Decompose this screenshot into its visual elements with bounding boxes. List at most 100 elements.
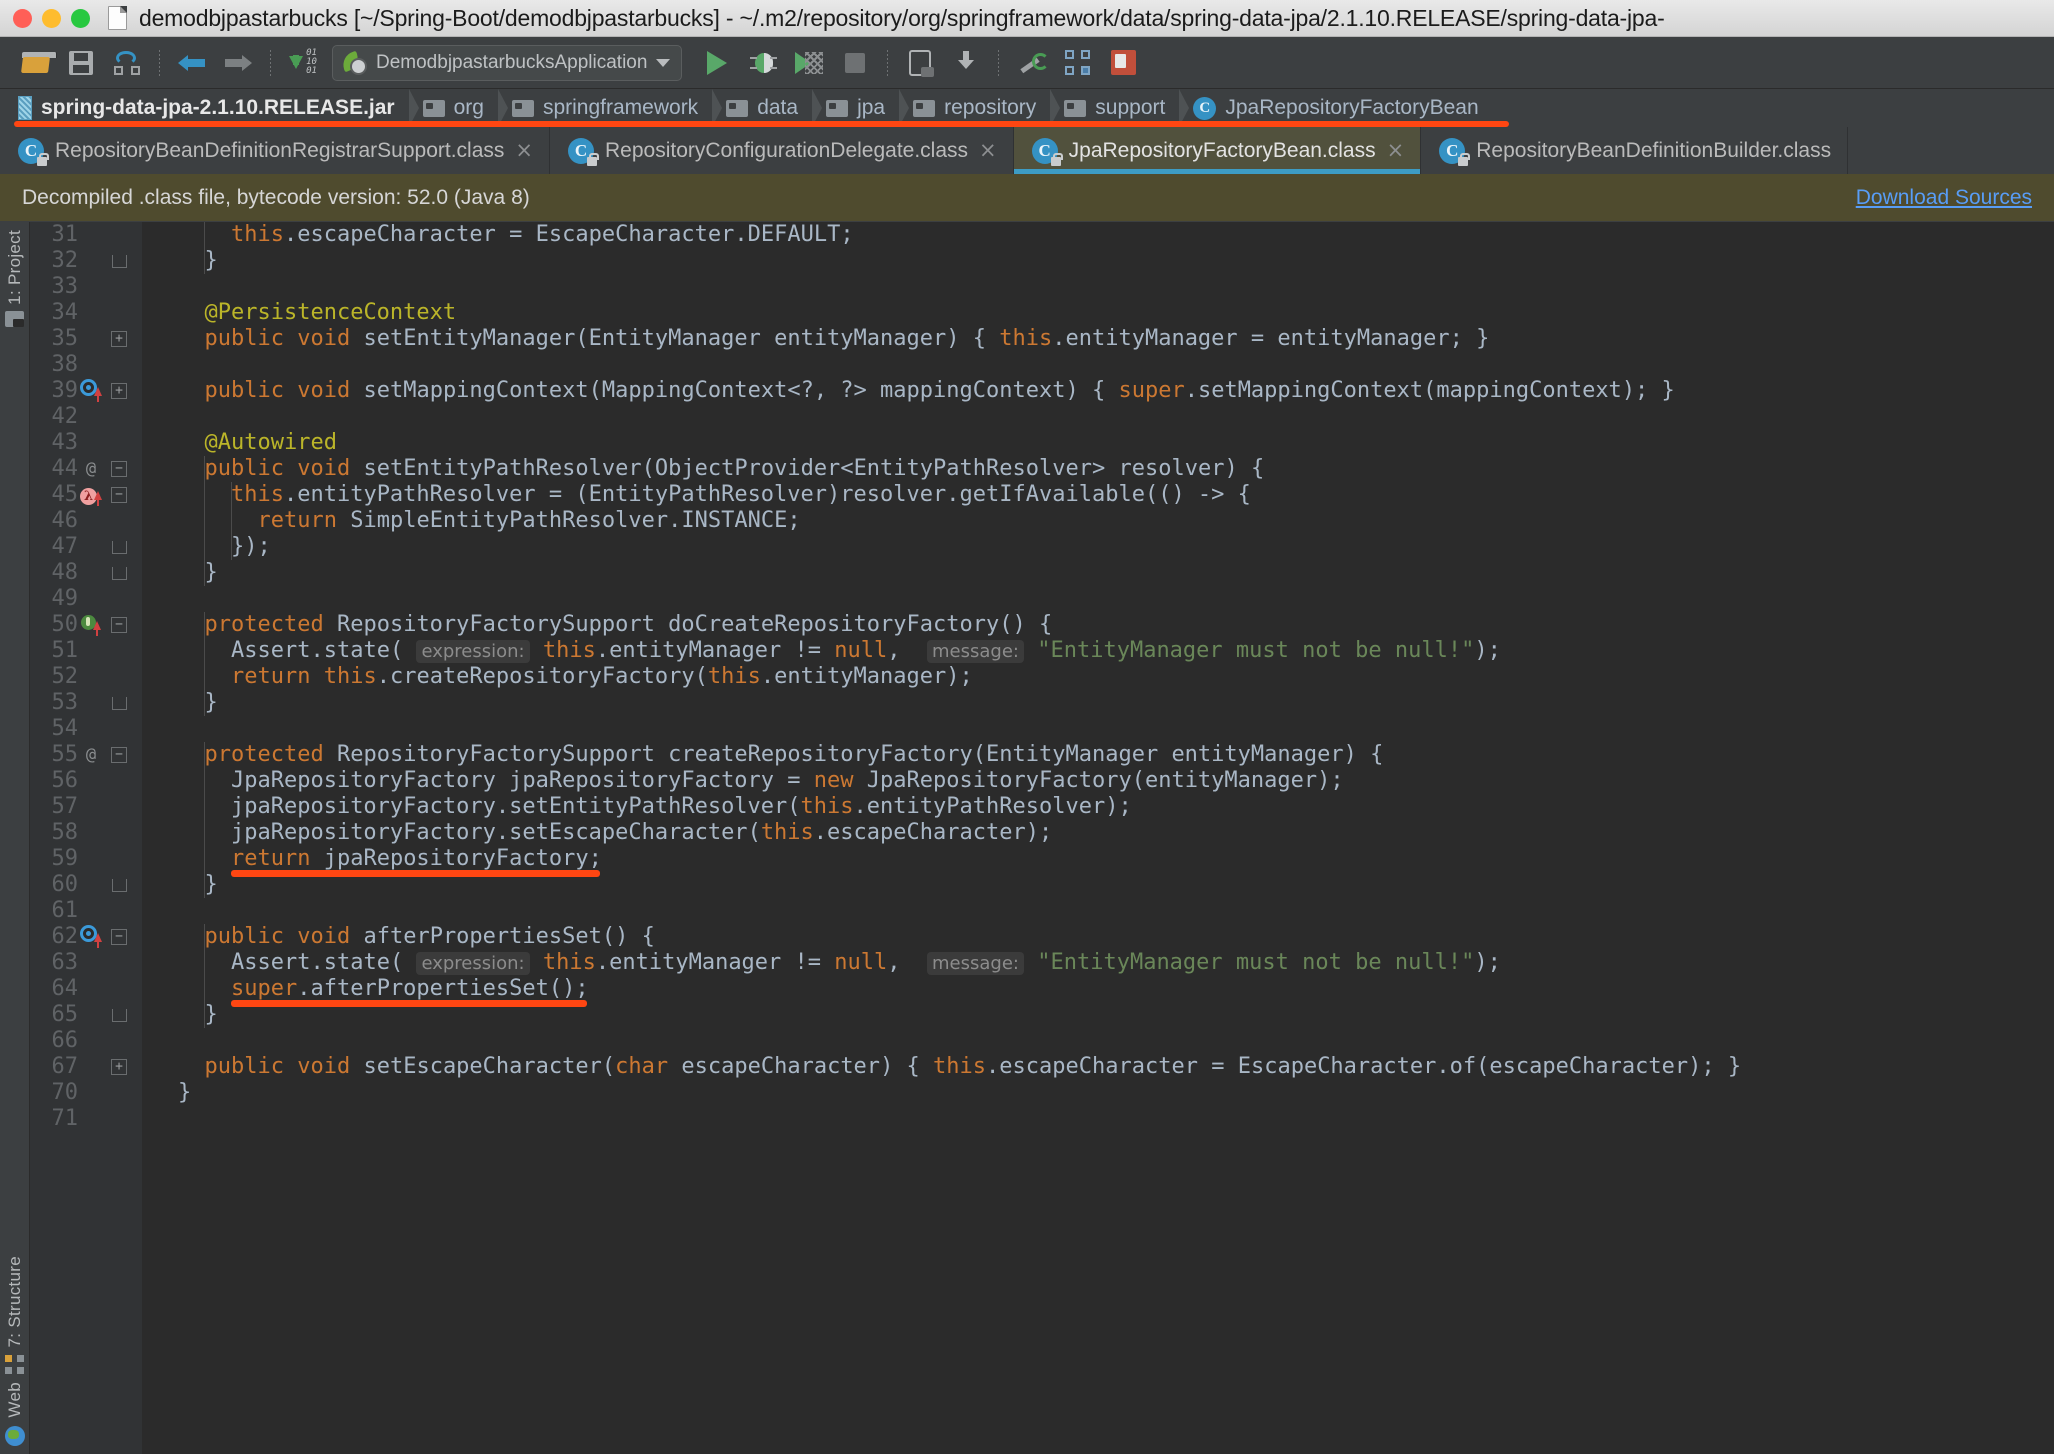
editor-tab[interactable]: C JpaRepositoryFactoryBean.class × (1013, 127, 1422, 174)
code-line[interactable]: } (178, 248, 217, 274)
navigate-back-button[interactable] (169, 43, 215, 83)
fold-region-end-icon[interactable] (104, 878, 134, 892)
editor-tab[interactable]: C RepositoryConfigurationDelegate.class × (550, 127, 1014, 174)
code-token: ( (1423, 378, 1437, 403)
code-line[interactable]: }); (178, 534, 271, 560)
code-line[interactable]: } (178, 690, 217, 716)
code-token: . (1052, 326, 1066, 351)
code-line[interactable]: } (178, 1002, 217, 1028)
web-icon (4, 1426, 25, 1446)
download-button[interactable] (943, 43, 989, 83)
overriding-method-icon[interactable] (78, 378, 104, 404)
code-line[interactable]: } (178, 560, 217, 586)
code-line[interactable]: public void setMappingContext(MappingCon… (178, 378, 1675, 404)
code-line[interactable]: return this.createRepositoryFactory(this… (178, 664, 973, 690)
code-token: setEscapeCharacter (509, 820, 748, 845)
code-token: setEscapeCharacter (363, 1054, 602, 1079)
annotation-marker-icon[interactable]: @ (78, 742, 104, 768)
annotation-marker-icon[interactable]: @ (78, 456, 104, 482)
code-line[interactable]: this.entityPathResolver = (EntityPathRes… (178, 482, 1251, 508)
run-with-coverage-button[interactable] (786, 43, 832, 83)
editor-scrollbar[interactable] (2034, 222, 2054, 1454)
folder-icon (913, 99, 936, 117)
sync-button[interactable] (104, 43, 150, 83)
fold-expand-icon[interactable]: + (104, 383, 134, 399)
fold-region-top-icon[interactable]: − (104, 747, 134, 763)
download-sources-link[interactable]: Download Sources (1856, 186, 2032, 210)
code-line[interactable]: jpaRepositoryFactory.setEscapeCharacter(… (178, 820, 1052, 846)
code-line[interactable]: super.afterPropertiesSet(); (178, 976, 589, 1002)
suggestion-icon[interactable] (78, 612, 104, 638)
sidebar-item-structure[interactable]: 7: Structure (5, 1256, 25, 1347)
code-line[interactable]: protected RepositoryFactorySupport doCre… (178, 612, 1053, 638)
open-project-button[interactable] (12, 43, 58, 83)
line-number: 62 (51, 924, 79, 949)
close-tab-icon[interactable]: × (1387, 140, 1405, 161)
run-button[interactable] (694, 43, 740, 83)
project-icon (5, 310, 24, 327)
fold-expand-icon[interactable]: + (104, 1059, 134, 1075)
editor-tab[interactable]: C RepositoryBeanDefinitionBuilder.class (1421, 127, 1849, 174)
structure-button[interactable] (1054, 43, 1100, 83)
editor-tab[interactable]: C RepositoryBeanDefinitionRegistrarSuppor… (0, 127, 550, 174)
sidebar-item-project[interactable]: 1: Project (5, 230, 25, 305)
code-token: ; } (1449, 326, 1490, 351)
debug-button[interactable] (740, 43, 786, 83)
minimize-button[interactable] (42, 8, 61, 28)
code-line[interactable]: } (178, 1080, 191, 1106)
fold-region-top-icon[interactable]: − (104, 487, 134, 503)
class-file-icon: C (18, 137, 49, 166)
editor-gutter[interactable]: 31 32 33 34 35 +38 39 +42 43 44 @ −45 λ −46 47 48 49 50−5… (30, 222, 142, 1454)
code-editor[interactable]: 31 32 33 34 35 +38 39 +42 43 44 @ −45 λ −46 47 48 49 50−5… (30, 222, 2054, 1454)
code-line[interactable]: @Autowired (178, 430, 337, 456)
fold-region-end-icon[interactable] (104, 696, 134, 710)
code-line[interactable]: public void afterPropertiesSet() { (178, 924, 655, 950)
overriding-method-icon[interactable] (78, 924, 104, 950)
code-line[interactable]: public void setEntityPathResolver(Object… (178, 456, 1265, 482)
fold-region-top-icon[interactable]: − (104, 617, 134, 633)
close-tab-icon[interactable]: × (515, 140, 533, 161)
fold-region-end-icon[interactable] (104, 254, 134, 268)
compile-button[interactable]: 01 10 01 (280, 43, 326, 83)
settings-button[interactable] (1008, 43, 1054, 83)
fold-region-end-icon[interactable] (104, 540, 134, 554)
line-number: 70 (51, 1080, 79, 1105)
fold-region-top-icon[interactable]: − (104, 929, 134, 945)
toolbar-divider (887, 49, 889, 76)
lambda-implementation-icon[interactable]: λ (78, 482, 104, 508)
code-token: ( (641, 456, 655, 481)
code-line[interactable]: @PersistenceContext (178, 300, 457, 326)
navigate-forward-button[interactable] (215, 43, 261, 83)
save-all-button[interactable] (58, 43, 104, 83)
code-line[interactable]: protected RepositoryFactorySupport creat… (178, 742, 1384, 768)
code-content[interactable]: this.escapeCharacter = EscapeCharacter.D… (142, 222, 2054, 1454)
code-line[interactable]: jpaRepositoryFactory.setEntityPathResolv… (178, 794, 1132, 820)
code-line[interactable]: JpaRepositoryFactory jpaRepositoryFactor… (178, 768, 1344, 794)
close-tab-icon[interactable]: × (979, 140, 997, 161)
maven-button[interactable] (1100, 43, 1146, 83)
gutter-line: 63 (30, 950, 142, 976)
fold-region-top-icon[interactable]: − (104, 461, 134, 477)
line-number: 43 (51, 430, 79, 455)
maximize-button[interactable] (71, 8, 90, 28)
code-line[interactable]: return jpaRepositoryFactory; (178, 846, 602, 872)
code-line[interactable]: return SimpleEntityPathResolver.INSTANCE… (178, 508, 800, 534)
sidebar-item-web[interactable]: Web (5, 1382, 25, 1418)
close-button[interactable] (13, 8, 32, 28)
code-line[interactable]: public void setEscapeCharacter(char esca… (178, 1054, 1742, 1080)
code-line[interactable]: } (178, 872, 217, 898)
code-line[interactable]: Assert.state( expression: this.entityMan… (178, 638, 1501, 664)
run-configuration-selector[interactable]: DemodbjpastarbucksApplication (332, 44, 683, 81)
fold-region-end-icon[interactable] (104, 1008, 134, 1022)
device-manager-button[interactable] (897, 43, 943, 83)
fold-region-end-icon[interactable] (104, 566, 134, 580)
stop-button[interactable] (832, 43, 878, 83)
code-line[interactable]: Assert.state( expression: this.entityMan… (178, 950, 1501, 976)
line-number: 39 (51, 378, 79, 403)
code-line[interactable]: public void setEntityManager(EntityManag… (178, 326, 1490, 352)
fold-expand-icon[interactable]: + (104, 331, 134, 347)
code-line[interactable]: this.escapeCharacter = EscapeCharacter.D… (178, 222, 854, 248)
code-token: (() -> { (1144, 482, 1251, 507)
